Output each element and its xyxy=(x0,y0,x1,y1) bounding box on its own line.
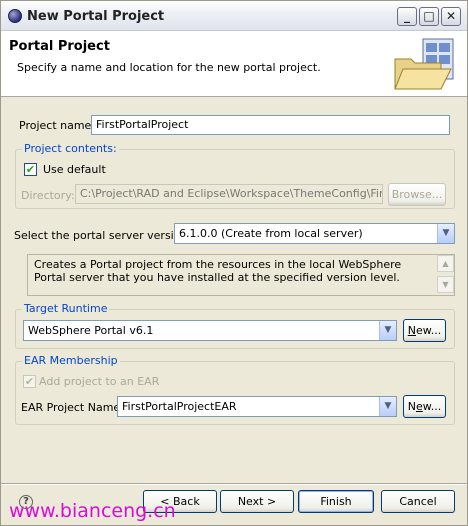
use-default-checkbox[interactable]: ✔ xyxy=(24,163,37,176)
page-title: Portal Project xyxy=(9,39,110,54)
watermark-text: www.bianceng.cn xyxy=(9,500,176,522)
target-runtime-legend: Target Runtime xyxy=(22,302,110,315)
add-to-ear-checkbox[interactable]: ✔ xyxy=(23,375,36,388)
browse-button[interactable]: Browse... xyxy=(388,183,446,206)
directory-input[interactable]: C:\Project\RAD and Eclipse\Workspace\The… xyxy=(75,184,383,204)
ear-name-value: FirstPortalProjectEAR xyxy=(122,400,237,413)
new-runtime-button[interactable]: New... xyxy=(403,319,446,342)
window-title: New Portal Project xyxy=(27,9,165,24)
chevron-down-icon[interactable]: ▼ xyxy=(379,397,396,416)
project-contents-legend: Project contents: xyxy=(22,142,119,155)
ear-membership-legend: EAR Membership xyxy=(22,354,120,367)
minimize-button[interactable]: _ xyxy=(397,7,417,26)
ear-name-select[interactable]: FirstPortalProjectEAR ▼ xyxy=(117,396,397,417)
portal-folder-icon xyxy=(394,38,454,90)
maximize-icon: □ xyxy=(423,9,435,23)
description-scrollbar[interactable]: ▲ ▼ xyxy=(437,255,454,295)
eclipse-icon xyxy=(8,9,22,23)
dialog-window: New Portal Project _ □ ✕ Portal Project … xyxy=(0,0,468,526)
server-description-box: Creates a Portal project from the resour… xyxy=(27,254,455,296)
page-description: Specify a name and location for the new … xyxy=(17,61,321,74)
minimize-icon: _ xyxy=(404,9,410,23)
target-runtime-select[interactable]: WebSphere Portal v6.1 ▼ xyxy=(23,320,397,341)
finish-button[interactable]: Finish xyxy=(298,490,374,513)
chevron-down-icon[interactable]: ▼ xyxy=(437,224,454,243)
close-icon: ✕ xyxy=(445,9,457,23)
server-version-label: Select the portal server version: xyxy=(14,229,192,242)
next-button[interactable]: Next > xyxy=(220,490,294,513)
server-version-value: 6.1.0.0 (Create from local server) xyxy=(179,227,363,240)
chevron-down-icon[interactable]: ▼ xyxy=(379,321,396,340)
server-version-select[interactable]: 6.1.0.0 (Create from local server) ▼ xyxy=(174,223,455,244)
server-description-text: Creates a Portal project from the resour… xyxy=(34,258,402,284)
use-default-label: Use default xyxy=(43,163,106,176)
wizard-header: Portal Project Specify a name and locati… xyxy=(1,31,467,97)
footer-separator xyxy=(1,483,467,485)
add-to-ear-label: Add project to an EAR xyxy=(39,375,160,388)
new-ear-button[interactable]: New... xyxy=(403,395,446,418)
project-name-input[interactable]: FirstPortalProject xyxy=(91,115,450,135)
target-runtime-value: WebSphere Portal v6.1 xyxy=(28,324,154,337)
close-button[interactable]: ✕ xyxy=(441,7,461,26)
title-bar[interactable]: New Portal Project _ □ ✕ xyxy=(1,1,467,31)
ear-name-label: EAR Project Name: xyxy=(21,401,124,414)
cancel-button[interactable]: Cancel xyxy=(381,490,455,513)
directory-label: Directory: xyxy=(21,189,75,202)
project-name-label: Project name: xyxy=(19,119,96,132)
scroll-down-icon[interactable]: ▼ xyxy=(437,276,454,293)
scroll-up-icon[interactable]: ▲ xyxy=(437,255,454,272)
maximize-button[interactable]: □ xyxy=(419,7,439,26)
